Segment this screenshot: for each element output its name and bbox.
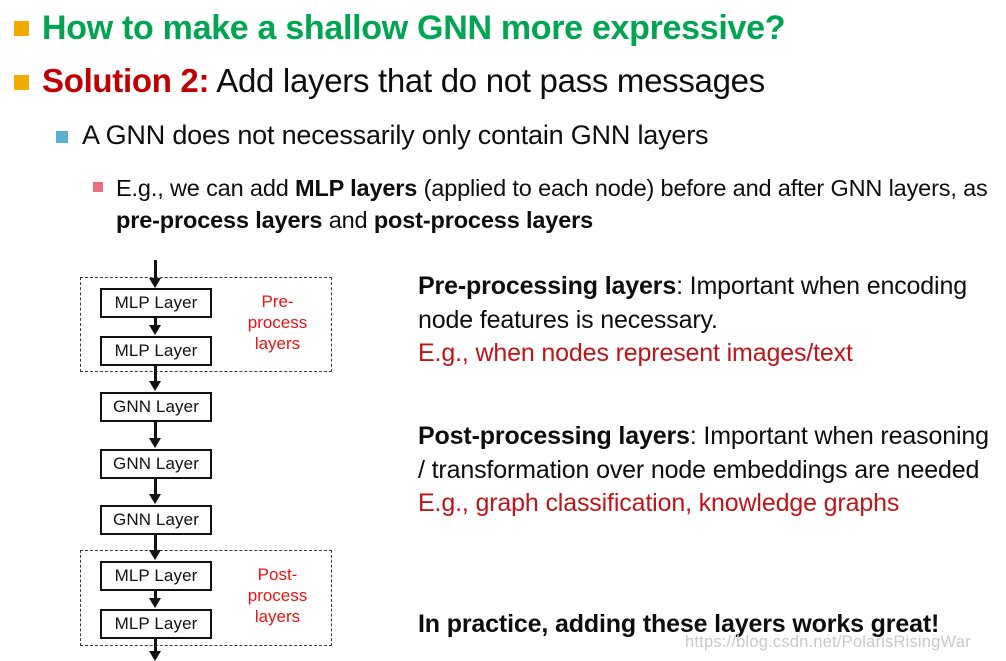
bullet-marker-level1 xyxy=(14,21,29,36)
bullet-marker-level1 xyxy=(14,75,29,90)
node-mlp-layer-3: MLP Layer xyxy=(100,561,212,591)
post-process-group-label: Post-process layers xyxy=(247,565,308,626)
bullet-marker-level3 xyxy=(93,182,103,192)
pre-processing-explanation: Pre-processing layers: Important when en… xyxy=(418,270,998,371)
level3-bold-mlp-layers: MLP layers xyxy=(295,175,418,201)
node-mlp-layer-1: MLP Layer xyxy=(100,288,212,318)
level2-text: A GNN does not necessarily only contain … xyxy=(82,120,709,150)
solution-description: Add layers that do not pass messages xyxy=(209,62,765,99)
solution-line: Solution 2: Add layers that do not pass … xyxy=(29,62,765,101)
pre-processing-heading: Pre-processing layers xyxy=(418,272,677,300)
bullet-solution-row: Solution 2: Add layers that do not pass … xyxy=(14,62,994,101)
post-processing-heading: Post-processing layers xyxy=(418,422,690,450)
bullet-level2-row: A GNN does not necessarily only contain … xyxy=(56,120,996,152)
pre-processing-example: E.g., when nodes represent images/text xyxy=(418,339,853,367)
bullet-title-row: How to make a shallow GNN more expressiv… xyxy=(14,8,994,48)
level3-text: E.g., we can add MLP layers (applied to … xyxy=(103,172,998,237)
level3-part1: E.g., we can add xyxy=(116,175,296,201)
node-gnn-layer-1: GNN Layer xyxy=(100,392,212,422)
post-processing-explanation: Post-processing layers: Important when r… xyxy=(418,420,998,521)
watermark-url: https://blog.csdn.net/PolarisRisingWar xyxy=(685,633,971,651)
gnn-architecture-diagram: MLP Layer MLP Layer GNN Layer GNN Layer … xyxy=(60,252,360,661)
solution-label: Solution 2: xyxy=(42,62,210,99)
post-processing-example: E.g., graph classification, knowledge gr… xyxy=(418,489,900,517)
level3-bold-post-process: post-process layers xyxy=(373,207,594,234)
slide-canvas: How to make a shallow GNN more expressiv… xyxy=(0,0,1006,661)
pre-process-group-label: Pre-process layers xyxy=(247,292,308,353)
bullet-level3-row: E.g., we can add MLP layers (applied to … xyxy=(93,172,998,237)
bullet-marker-level2 xyxy=(56,131,68,143)
node-mlp-layer-2: MLP Layer xyxy=(100,336,212,366)
level3-part2: (applied to each node) before and after … xyxy=(417,175,988,201)
node-mlp-layer-4: MLP Layer xyxy=(100,609,212,639)
level3-part3: and xyxy=(322,207,374,234)
node-gnn-layer-3: GNN Layer xyxy=(100,505,212,535)
title-question-text: How to make a shallow GNN more expressiv… xyxy=(42,9,786,47)
node-gnn-layer-2: GNN Layer xyxy=(100,449,212,479)
level3-bold-pre-process: pre-process layers xyxy=(116,207,323,234)
